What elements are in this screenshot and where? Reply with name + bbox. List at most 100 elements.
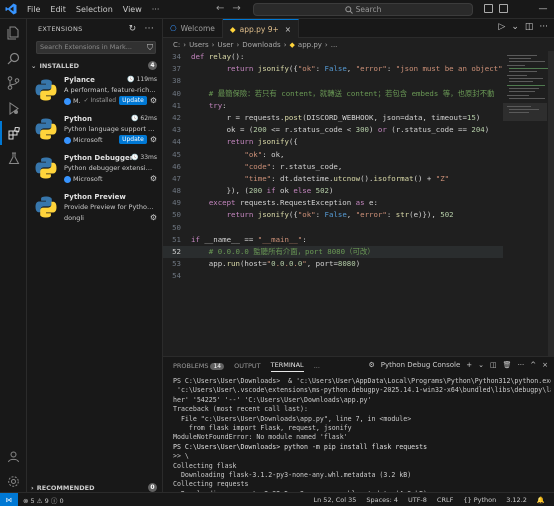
split-editor-icon[interactable]: ◫ bbox=[525, 22, 534, 32]
breadcrumb-item[interactable]: ... bbox=[331, 41, 338, 49]
code-line[interactable]: 40 # 最簡保險：若只有 content，就轉送 content；若包含 em… bbox=[163, 88, 503, 100]
tab-app-py[interactable]: ◆ app.py 9+ × bbox=[222, 19, 300, 38]
code-line[interactable]: 49 except requests.RequestException as e… bbox=[163, 197, 503, 209]
tab-problems[interactable]: PROBLEMS 14 bbox=[173, 362, 225, 370]
notifications-bell-icon[interactable]: 🔔 bbox=[532, 496, 550, 504]
code-line[interactable]: 47 "time": dt.datetime.utcnow().isoforma… bbox=[163, 173, 503, 185]
breadcrumb-item[interactable]: app.py bbox=[298, 41, 322, 49]
terminal-session-label[interactable]: Python Debug Console bbox=[381, 361, 461, 369]
code-line[interactable]: 51 if __name__ == "__main__": bbox=[163, 234, 503, 246]
code-line[interactable]: 46 "code": r.status_code, bbox=[163, 161, 503, 173]
source-control-icon[interactable] bbox=[0, 71, 27, 95]
update-button[interactable]: Update bbox=[119, 96, 147, 105]
command-center-search[interactable]: Search bbox=[253, 3, 473, 16]
menu-selection[interactable]: Selection bbox=[71, 0, 118, 19]
update-button[interactable]: Update bbox=[119, 135, 147, 144]
split-terminal-icon[interactable]: ◫ bbox=[490, 361, 497, 369]
menu-view[interactable]: View bbox=[118, 0, 147, 19]
code-line[interactable]: 50 return jsonify({"ok": False, "error":… bbox=[163, 209, 503, 221]
language-mode[interactable]: {} Python bbox=[458, 496, 501, 504]
explorer-icon[interactable] bbox=[0, 21, 27, 45]
breadcrumb-item[interactable]: Downloads bbox=[242, 41, 280, 49]
tab-welcome[interactable]: ⎔ Welcome bbox=[163, 19, 223, 38]
tab-more[interactable]: ... bbox=[314, 362, 320, 370]
toggle-panel-icon[interactable] bbox=[499, 4, 508, 13]
extension-gear-icon[interactable]: ⚙ bbox=[150, 135, 157, 144]
testing-flask-icon[interactable] bbox=[0, 146, 27, 170]
back-arrow-icon[interactable]: ← bbox=[216, 3, 224, 14]
extension-gear-icon[interactable]: ⚙ bbox=[150, 96, 157, 105]
minimize-icon[interactable]: — bbox=[532, 0, 554, 19]
python-debug-icon: ⚙ bbox=[368, 361, 375, 369]
run-debug-icon[interactable] bbox=[0, 96, 27, 120]
installed-section-header[interactable]: ⌄ INSTALLED 4 bbox=[27, 59, 163, 72]
code-line[interactable]: 54 bbox=[163, 270, 503, 282]
extensions-search-input[interactable]: Search Extensions in Mark... bbox=[36, 41, 156, 54]
forward-arrow-icon[interactable]: → bbox=[232, 3, 240, 14]
code-line[interactable]: 52 # 0.0.0.0 監聽所有介面，port 8080（可改） bbox=[163, 246, 503, 259]
menu-edit[interactable]: Edit bbox=[45, 0, 71, 19]
line-number: 34 bbox=[172, 52, 181, 61]
code-line[interactable]: 41 try: bbox=[163, 100, 503, 112]
minimap[interactable] bbox=[503, 51, 551, 356]
manage-gear-icon[interactable] bbox=[0, 469, 27, 493]
maximize-panel-icon[interactable]: ^ bbox=[530, 361, 536, 369]
indentation[interactable]: Spaces: 4 bbox=[361, 496, 403, 504]
add-terminal-icon[interactable]: + bbox=[466, 361, 472, 369]
breadcrumb-item[interactable]: Users bbox=[189, 41, 209, 49]
kill-terminal-icon[interactable]: 🗑 bbox=[503, 361, 512, 369]
code-line[interactable]: 48 }), (200 if ok else 502) bbox=[163, 185, 503, 197]
warning-icon: ⚠ bbox=[36, 496, 43, 505]
extension-publisher: M. bbox=[64, 97, 81, 105]
code-line[interactable]: 38 bbox=[163, 75, 503, 87]
end-of-line[interactable]: CRLF bbox=[432, 496, 458, 504]
tab-output[interactable]: OUTPUT bbox=[234, 362, 261, 370]
tab-terminal[interactable]: TERMINAL bbox=[270, 361, 304, 372]
code-line[interactable]: 53 app.run(host="0.0.0.0", port=8080) bbox=[163, 258, 503, 270]
extension-gear-icon[interactable]: ⚙ bbox=[150, 213, 157, 222]
tab-label: app.py 9+ bbox=[239, 24, 279, 34]
extension-item-python-debugger[interactable]: Python Debugger 🕓 33ms Python debugger e… bbox=[27, 152, 163, 191]
python-logo-icon bbox=[34, 78, 58, 102]
extension-item-python-preview[interactable]: Python Preview Provide Preview for Pytho… bbox=[27, 191, 163, 230]
menu-more[interactable]: ··· bbox=[147, 0, 165, 19]
chevron-down-icon[interactable]: ⌄ bbox=[511, 22, 519, 32]
breadcrumb-item[interactable]: C: bbox=[173, 41, 180, 49]
code-editor[interactable]: 34 def relay(): 37 return jsonify({"ok": F… bbox=[163, 51, 503, 356]
chevron-down-icon[interactable]: ⌄ bbox=[478, 361, 484, 369]
file-encoding[interactable]: UTF-8 bbox=[403, 496, 432, 504]
code-line[interactable]: 42 r = requests.post(DISCORD_WEBHOOK, js… bbox=[163, 112, 503, 124]
line-number: 52 bbox=[172, 247, 181, 256]
terminal-output[interactable]: PS C:\Users\User\Downloads> & 'c:\Users\… bbox=[173, 377, 551, 499]
extension-item-python[interactable]: Python 🕓 62ms Python language support wi… bbox=[27, 113, 163, 152]
more-actions-icon[interactable]: ··· bbox=[518, 361, 525, 369]
code-text: ok = (200 <= r.status_code < 300) or (r.… bbox=[191, 125, 490, 135]
editor-vertical-scrollbar[interactable] bbox=[548, 51, 554, 356]
close-icon[interactable]: × bbox=[285, 25, 291, 34]
more-actions-icon[interactable]: ··· bbox=[145, 24, 154, 34]
problems-status[interactable]: ⊗ 5 ⚠ 9 ⓘ 0 bbox=[18, 495, 69, 505]
breadcrumb-item[interactable]: User bbox=[217, 41, 233, 49]
run-python-file-icon[interactable]: ▷ bbox=[498, 22, 505, 32]
remote-indicator-icon[interactable]: ⋈ bbox=[0, 492, 18, 506]
account-icon[interactable] bbox=[0, 444, 27, 468]
filter-icon[interactable]: ⛉ bbox=[147, 43, 153, 53]
cursor-position[interactable]: Ln 52, Col 35 bbox=[309, 496, 362, 504]
code-line[interactable]: 44 return jsonify({ bbox=[163, 136, 503, 148]
python-interpreter[interactable]: 3.12.2 bbox=[501, 496, 532, 504]
search-sidebar-icon[interactable] bbox=[0, 46, 27, 70]
extensions-icon[interactable] bbox=[0, 121, 27, 145]
extension-gear-icon[interactable]: ⚙ bbox=[150, 174, 157, 183]
more-actions-icon[interactable]: ··· bbox=[539, 22, 548, 32]
code-line[interactable]: 34 def relay(): bbox=[163, 51, 503, 63]
refresh-icon[interactable]: ↻ bbox=[129, 24, 137, 34]
toggle-sidebar-icon[interactable] bbox=[484, 4, 493, 13]
code-line[interactable]: 45 "ok": ok, bbox=[163, 149, 503, 161]
menu-file[interactable]: File bbox=[22, 0, 45, 19]
code-line[interactable]: 50 bbox=[163, 222, 503, 234]
extension-item-pylance[interactable]: Pylance 🕓 119ms A performant, feature-ri… bbox=[27, 74, 163, 113]
chevron-right-icon: › bbox=[31, 483, 34, 492]
code-line[interactable]: 37 return jsonify({"ok": False, "error":… bbox=[163, 63, 503, 75]
close-panel-icon[interactable]: × bbox=[542, 361, 548, 369]
code-line[interactable]: 43 ok = (200 <= r.status_code < 300) or … bbox=[163, 124, 503, 136]
